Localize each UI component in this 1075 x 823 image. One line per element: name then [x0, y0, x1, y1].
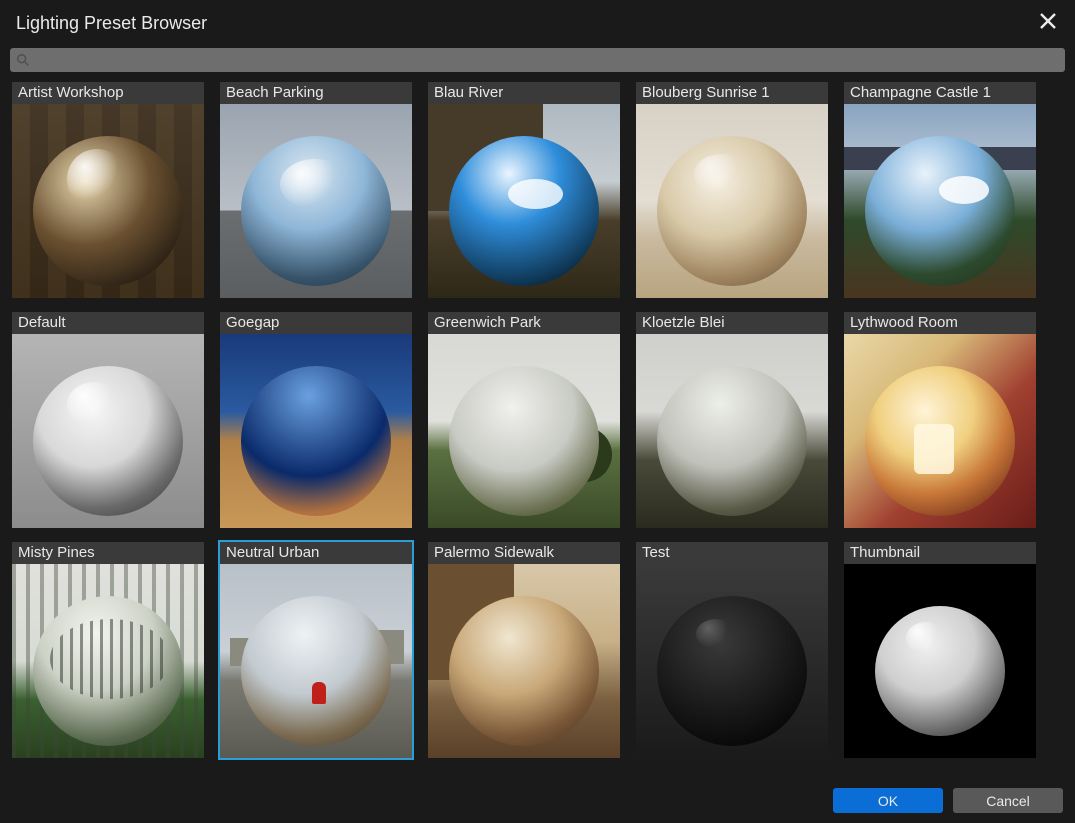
preset-label: Blau River	[428, 82, 620, 104]
preset-label: Greenwich Park	[428, 312, 620, 334]
preset-thumbnail	[220, 104, 412, 298]
preset-card[interactable]: Blau River	[426, 80, 622, 300]
preset-thumbnail	[844, 564, 1036, 758]
preset-thumbnail	[12, 104, 204, 298]
preset-card[interactable]: Neutral Urban	[218, 540, 414, 760]
search-input[interactable]	[30, 53, 1059, 68]
preset-thumbnail	[220, 334, 412, 528]
preset-label: Blouberg Sunrise 1	[636, 82, 828, 104]
header: Lighting Preset Browser	[0, 0, 1075, 48]
preset-thumbnail	[220, 564, 412, 758]
ok-button[interactable]: OK	[833, 788, 943, 813]
preset-label: Palermo Sidewalk	[428, 542, 620, 564]
preset-card[interactable]: Greenwich Park	[426, 310, 622, 530]
preset-thumbnail	[636, 564, 828, 758]
preset-label: Kloetzle Blei	[636, 312, 828, 334]
preset-card[interactable]: Palermo Sidewalk	[426, 540, 622, 760]
preset-label: Test	[636, 542, 828, 564]
preset-grid: Artist Workshop Beach Parking Blau River Bl…	[0, 78, 1075, 778]
preset-label: Goegap	[220, 312, 412, 334]
preset-card[interactable]: Goegap	[218, 310, 414, 530]
preset-card[interactable]: Test	[634, 540, 830, 760]
search-bar	[0, 48, 1075, 78]
preset-label: Neutral Urban	[220, 542, 412, 564]
close-icon	[1039, 12, 1057, 30]
preset-card[interactable]: Thumbnail	[842, 540, 1038, 760]
preset-thumbnail	[844, 104, 1036, 298]
window-title: Lighting Preset Browser	[16, 13, 207, 34]
preset-card[interactable]: Beach Parking	[218, 80, 414, 300]
preset-label: Misty Pines	[12, 542, 204, 564]
preset-card[interactable]: Kloetzle Blei	[634, 310, 830, 530]
preset-thumbnail	[12, 564, 204, 758]
preset-card[interactable]: Champagne Castle 1	[842, 80, 1038, 300]
search-field-wrap[interactable]	[10, 48, 1065, 72]
close-button[interactable]	[1037, 10, 1059, 36]
preset-thumbnail	[636, 334, 828, 528]
search-icon	[16, 53, 30, 67]
preset-thumbnail	[12, 334, 204, 528]
preset-thumbnail	[428, 104, 620, 298]
preset-card[interactable]: Misty Pines	[10, 540, 206, 760]
preset-label: Artist Workshop	[12, 82, 204, 104]
preset-card[interactable]: Artist Workshop	[10, 80, 206, 300]
preset-label: Champagne Castle 1	[844, 82, 1036, 104]
preset-label: Lythwood Room	[844, 312, 1036, 334]
preset-card[interactable]: Default	[10, 310, 206, 530]
preset-label: Default	[12, 312, 204, 334]
preset-label: Thumbnail	[844, 542, 1036, 564]
cancel-button[interactable]: Cancel	[953, 788, 1063, 813]
preset-thumbnail	[844, 334, 1036, 528]
preset-thumbnail	[428, 334, 620, 528]
preset-thumbnail	[636, 104, 828, 298]
footer: OK Cancel	[0, 778, 1075, 823]
preset-card[interactable]: Lythwood Room	[842, 310, 1038, 530]
preset-label: Beach Parking	[220, 82, 412, 104]
preset-card[interactable]: Blouberg Sunrise 1	[634, 80, 830, 300]
preset-thumbnail	[428, 564, 620, 758]
